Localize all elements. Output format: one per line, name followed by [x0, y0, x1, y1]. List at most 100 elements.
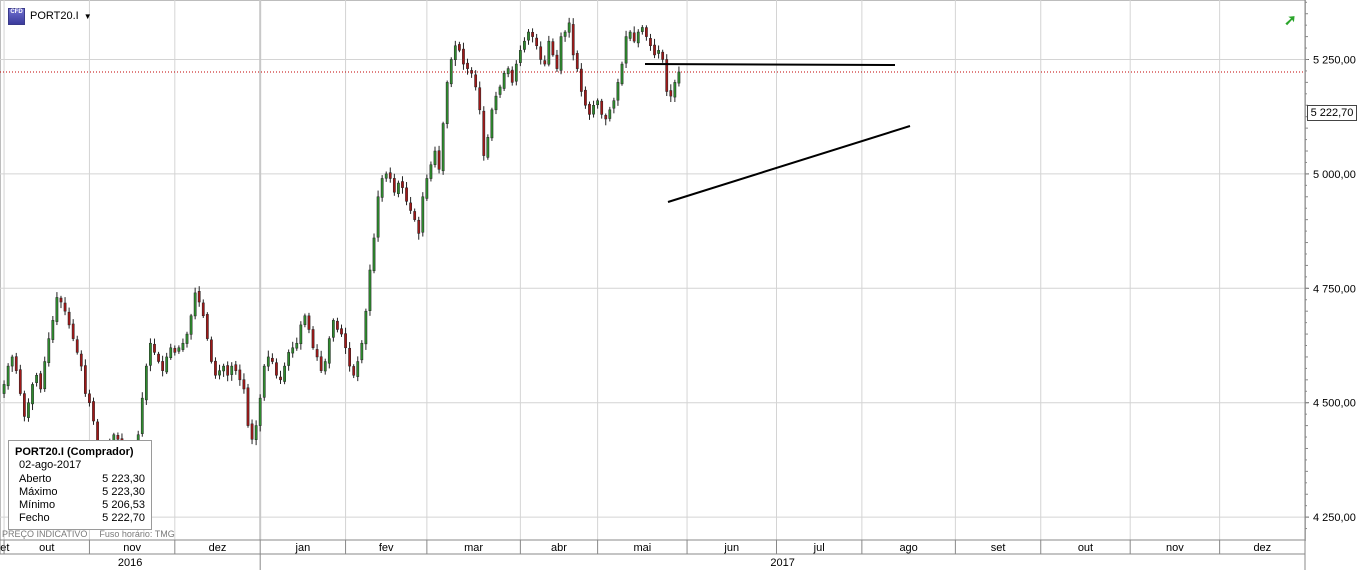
candle[interactable] [636, 29, 640, 48]
candle[interactable] [23, 390, 26, 422]
candle[interactable] [405, 182, 408, 206]
candle[interactable] [486, 134, 490, 160]
candle[interactable] [458, 41, 461, 53]
candle[interactable] [161, 355, 164, 377]
candle[interactable] [75, 335, 79, 355]
candle[interactable] [311, 326, 315, 350]
candle[interactable] [380, 175, 384, 202]
candle[interactable] [409, 196, 412, 214]
candle[interactable] [364, 308, 368, 350]
candle[interactable] [92, 397, 95, 425]
candle[interactable] [18, 364, 22, 396]
candle[interactable] [356, 356, 360, 382]
candle[interactable] [238, 364, 242, 386]
candle[interactable] [535, 33, 539, 50]
candle[interactable] [153, 338, 156, 355]
candle[interactable] [555, 49, 559, 72]
candle[interactable] [612, 97, 616, 114]
candle[interactable] [376, 190, 380, 242]
candle[interactable] [27, 398, 30, 422]
candle[interactable] [449, 57, 453, 88]
candle[interactable] [665, 54, 669, 97]
candle[interactable] [527, 29, 530, 45]
candle[interactable] [262, 364, 266, 401]
candle[interactable] [388, 167, 392, 183]
candle[interactable] [275, 358, 278, 379]
candle[interactable] [307, 312, 311, 334]
candle[interactable] [287, 349, 291, 371]
candle[interactable] [35, 372, 38, 387]
chevron-down-icon[interactable]: ▼ [84, 12, 92, 21]
candle[interactable] [453, 40, 457, 66]
candle[interactable] [592, 100, 595, 118]
candle[interactable] [10, 354, 14, 372]
candle[interactable] [14, 352, 18, 374]
candle[interactable] [392, 173, 396, 196]
candle[interactable] [205, 312, 209, 341]
candle[interactable] [628, 30, 632, 42]
candle[interactable] [584, 86, 587, 109]
candle[interactable] [299, 321, 303, 350]
candle[interactable] [462, 42, 465, 70]
candle[interactable] [551, 38, 555, 57]
candle[interactable] [140, 392, 144, 437]
candle[interactable] [616, 78, 620, 106]
candle[interactable] [425, 174, 429, 201]
candle[interactable] [2, 380, 6, 398]
price-chart[interactable]: 4 250,00 4 500,00 4 750,00 5 000,00 5 250,00… [0, 0, 1362, 570]
candle[interactable] [291, 341, 295, 358]
candle[interactable] [543, 55, 547, 67]
candle[interactable] [677, 66, 681, 87]
candle[interactable] [478, 81, 482, 115]
candle[interactable] [640, 25, 644, 35]
candle[interactable] [6, 363, 10, 390]
candle[interactable] [588, 101, 591, 120]
candle[interactable] [230, 362, 234, 381]
candle[interactable] [657, 45, 660, 59]
candle[interactable] [234, 360, 238, 375]
candle[interactable] [600, 98, 604, 119]
candle[interactable] [632, 26, 636, 44]
candle[interactable] [218, 364, 221, 380]
candle[interactable] [372, 233, 376, 274]
candle[interactable] [331, 318, 335, 342]
candle[interactable] [319, 350, 323, 373]
candle[interactable] [519, 45, 522, 67]
candle[interactable] [246, 383, 250, 428]
candle[interactable] [494, 91, 498, 115]
candle[interactable] [470, 67, 473, 78]
candle[interactable] [653, 38, 656, 59]
candle[interactable] [173, 345, 177, 356]
candle[interactable] [563, 30, 567, 42]
candle[interactable] [437, 145, 441, 174]
candle[interactable] [482, 106, 486, 161]
candle[interactable] [39, 370, 43, 393]
candle[interactable] [661, 49, 665, 63]
candle[interactable] [547, 35, 551, 67]
candle[interactable] [214, 357, 217, 379]
candle[interactable] [222, 363, 225, 377]
candle[interactable] [271, 353, 274, 365]
candle[interactable] [502, 70, 506, 91]
candle[interactable] [31, 382, 34, 411]
candle[interactable] [360, 340, 364, 364]
candle[interactable] [169, 343, 173, 360]
candle[interactable] [368, 264, 372, 316]
trend-up-icon[interactable]: ➚ [1284, 11, 1297, 29]
candle[interactable] [144, 363, 148, 405]
candle[interactable] [149, 338, 152, 372]
candle[interactable] [441, 121, 445, 175]
candle[interactable] [348, 342, 351, 372]
candle[interactable] [673, 79, 677, 103]
candle[interactable] [323, 358, 327, 375]
candle[interactable] [157, 351, 160, 364]
candle[interactable] [79, 350, 83, 372]
candle[interactable] [185, 331, 189, 348]
candle[interactable] [474, 70, 478, 91]
candle[interactable] [84, 359, 87, 397]
candle[interactable] [384, 171, 388, 182]
candle[interactable] [193, 287, 197, 320]
symbol-selector[interactable]: PORT20.I [30, 10, 79, 22]
candle[interactable] [242, 373, 246, 394]
candle[interactable] [279, 370, 282, 385]
